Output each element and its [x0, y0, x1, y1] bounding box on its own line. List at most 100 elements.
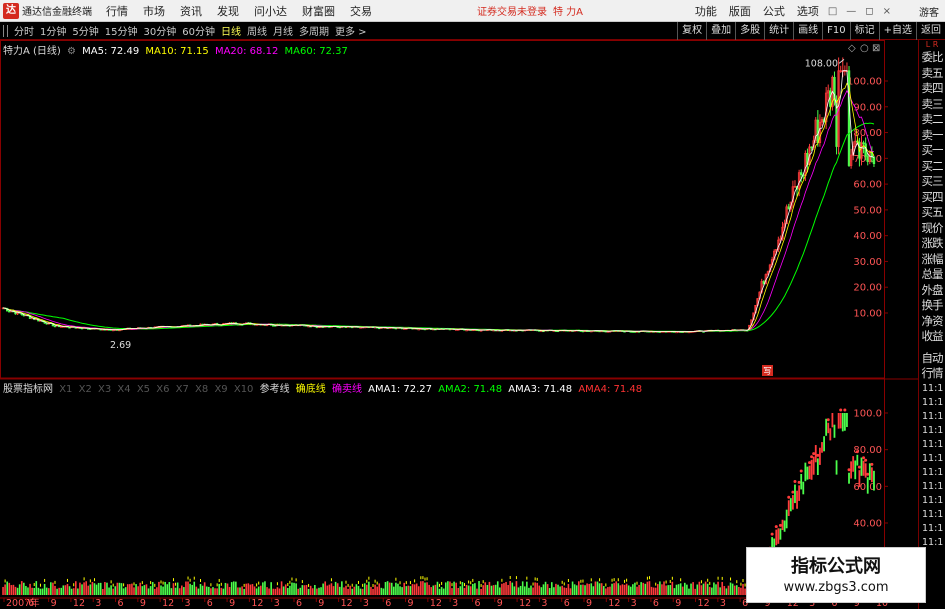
toolbar-grip-icon[interactable] [3, 24, 8, 37]
date-axis-label: 12 [73, 598, 85, 609]
period-60min[interactable]: 60分钟 [182, 23, 215, 38]
side-tab-committee-ratio[interactable]: 委比 [919, 50, 945, 66]
chart-tool-icon[interactable]: ○ [860, 43, 869, 54]
indicator-dot [810, 455, 814, 459]
side-panel-toggle[interactable]: L R [919, 40, 945, 50]
side-tab-buy5[interactable]: 买五 [919, 205, 945, 221]
date-axis-label: 6 [207, 598, 213, 609]
candle-body [53, 325, 57, 328]
menu-function[interactable]: 功能 [695, 3, 717, 19]
mark-button[interactable]: 标记 [849, 22, 879, 40]
tick-time: 11:1 [922, 508, 944, 520]
price-axis-label: 90.00 [853, 102, 882, 113]
menu-options[interactable]: 选项 [797, 3, 819, 19]
price-axis-label: 10.00 [853, 309, 882, 320]
period-5min[interactable]: 5分钟 [72, 23, 98, 38]
high-price-label: 108.00 [805, 58, 838, 69]
period-weekly[interactable]: 周线 [247, 23, 267, 38]
side-tab-auto[interactable]: 自动 [919, 351, 945, 367]
menu-trade[interactable]: 交易 [350, 3, 372, 19]
watermark-title: 指标公式网 [791, 556, 881, 577]
side-tab-buy4[interactable]: 买四 [919, 190, 945, 206]
menu-layout[interactable]: 版面 [729, 3, 751, 19]
side-tab-sell3[interactable]: 卖三 [919, 97, 945, 113]
back-button[interactable]: 返回 [916, 22, 945, 40]
side-tab-sell4[interactable]: 卖四 [919, 81, 945, 97]
period-30min[interactable]: 30分钟 [143, 23, 176, 38]
app-logo-icon: 达 [3, 2, 19, 19]
login-status[interactable]: 证券交易未登录 [477, 3, 547, 18]
indicator-x1: X1 [59, 384, 73, 395]
side-tab-sell5[interactable]: 卖五 [919, 66, 945, 82]
stats-button[interactable]: 统计 [764, 22, 793, 40]
menu-discover[interactable]: 发现 [217, 3, 239, 19]
chart-area[interactable]: 100.0090.0080.0070.0060.0050.0040.0030.0… [0, 40, 918, 609]
price-axis-label: 40.00 [853, 231, 882, 242]
side-tab-buy3[interactable]: 买三 [919, 174, 945, 190]
ama4-label: AMA4: 71.48 [578, 384, 643, 395]
side-tab-buy1[interactable]: 买一 [919, 143, 945, 159]
indicator-dot [864, 458, 868, 462]
period-1min[interactable]: 1分钟 [40, 23, 66, 38]
indicator-dot [799, 469, 803, 473]
tick-time: 11:1 [922, 480, 944, 492]
period-15min[interactable]: 15分钟 [105, 23, 138, 38]
side-tab-change[interactable]: 涨跌 [919, 236, 945, 252]
date-axis-label: 3 [274, 598, 280, 609]
date-axis-label: 2007年 [6, 597, 40, 609]
stock-title: 特力A (日线) [3, 46, 61, 57]
chart-tool-icon[interactable]: ◇ [848, 43, 856, 54]
period-daily[interactable]: 日线 [221, 23, 241, 38]
overlay-button[interactable]: 叠加 [706, 22, 735, 40]
adjust-button[interactable]: 复权 [677, 22, 706, 40]
side-tab-turnover[interactable]: 换手 [919, 298, 945, 314]
indicator-legend: 股票指标网 X1 X2 X3 X4 X5 X6 X7 X8 X9 X10 参考线… [3, 380, 645, 395]
multi-stock-button[interactable]: 多股 [735, 22, 764, 40]
side-tab-quotes[interactable]: 行情 [919, 366, 945, 382]
draw-line-button[interactable]: 画线 [793, 22, 822, 40]
guest-user[interactable]: 游客 [919, 4, 939, 19]
window-mode-button[interactable]: □ [828, 6, 837, 17]
date-axis-label: 6 [296, 598, 302, 609]
date-axis-label: 6 [564, 598, 570, 609]
menu-market[interactable]: 市场 [143, 3, 165, 19]
ma10-line [2, 82, 875, 333]
ref-line-label: 参考线 [259, 384, 290, 395]
menu-formula[interactable]: 公式 [763, 3, 785, 19]
period-multi[interactable]: 多周期 [299, 23, 329, 38]
period-intraday[interactable]: 分时 [14, 23, 34, 38]
minimize-button[interactable]: — [846, 6, 856, 17]
maximize-button[interactable]: ◻ [865, 6, 873, 17]
indicator-axis-label: 40.00 [853, 519, 882, 530]
menu-quotes[interactable]: 行情 [106, 3, 128, 19]
side-tab-sell1[interactable]: 卖一 [919, 128, 945, 144]
add-watchlist-button[interactable]: +自选 [878, 22, 916, 40]
menu-wealth[interactable]: 财富圈 [302, 3, 335, 19]
period-monthly[interactable]: 月线 [273, 23, 293, 38]
tick-time: 11:1 [922, 438, 944, 450]
side-tab-change-pct[interactable]: 涨幅 [919, 252, 945, 268]
side-tab-outer[interactable]: 外盘 [919, 283, 945, 299]
price-axis-label: 20.00 [853, 283, 882, 294]
side-tab-volume[interactable]: 总量 [919, 267, 945, 283]
f10-button[interactable]: F10 [822, 22, 849, 40]
chart-tool-icon[interactable]: ⊠ [872, 43, 880, 54]
side-tab-buy2[interactable]: 买二 [919, 159, 945, 175]
kline-chart[interactable]: 100.0090.0080.0070.0060.0050.0040.0030.0… [0, 40, 918, 609]
date-axis-label: 3 [631, 598, 637, 609]
menu-news[interactable]: 资讯 [180, 3, 202, 19]
tick-time: 11:1 [922, 466, 944, 478]
date-axis-label: 3 [452, 598, 458, 609]
side-tab-earnings[interactable]: 收益 [919, 329, 945, 345]
menu-ask[interactable]: 问小达 [254, 3, 287, 19]
indicator-x3: X3 [98, 384, 112, 395]
watermark: 指标公式网 www.zbgs3.com [746, 547, 926, 603]
settings-icon[interactable]: ⚙ [67, 46, 76, 57]
side-tab-price[interactable]: 现价 [919, 221, 945, 237]
current-stock-name: 特 力A [553, 7, 584, 18]
close-button[interactable]: × [883, 6, 891, 17]
side-tab-net-assets[interactable]: 净资 [919, 314, 945, 330]
side-tab-sell2[interactable]: 卖二 [919, 112, 945, 128]
indicator-dot [812, 452, 816, 456]
period-more[interactable]: 更多 > [335, 23, 367, 38]
